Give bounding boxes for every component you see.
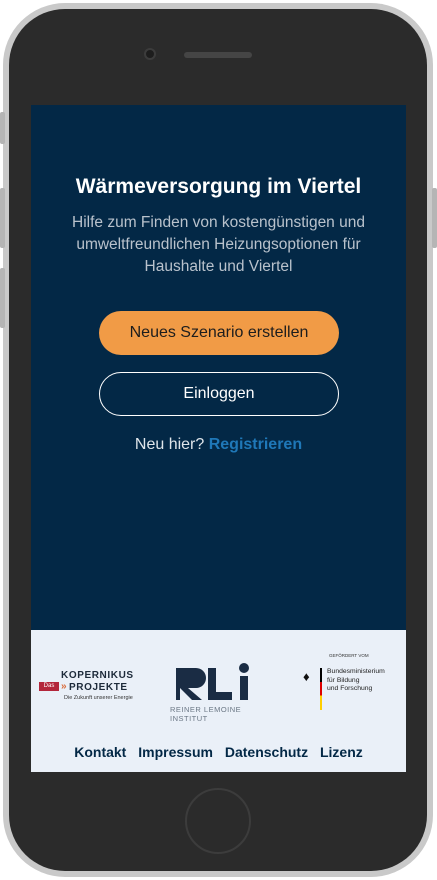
footer-links: Kontakt Impressum Datenschutz Lizenz <box>31 744 406 760</box>
bmbf-logo[interactable]: GEFÖRDERT VOM ♦ Bundesministerium für Bi… <box>299 653 399 723</box>
federal-eagle-icon: ♦ <box>303 669 310 684</box>
hero-section: Wärmeversorgung im Viertel Hilfe zum Fin… <box>31 105 406 630</box>
phone-power-button <box>432 188 437 248</box>
flag-stripe <box>320 668 322 710</box>
bmbf-name: Bundesministerium für Bildung und Forsch… <box>327 668 385 694</box>
rli-mark-icon <box>176 663 249 700</box>
kopernikus-badge: Das <box>39 682 59 691</box>
phone-volume-up <box>0 188 5 248</box>
page-subtitle: Hilfe zum Finden von kostengünstigen und… <box>72 214 365 275</box>
bmbf-line3: und Forschung <box>327 685 373 692</box>
bmbf-line2: für Bildung <box>327 676 360 684</box>
bmbf-line1: Bundesministerium <box>327 668 385 675</box>
camera-icon <box>144 48 156 60</box>
kopernikus-tagline: Die Zukunft unserer Energie <box>64 695 133 701</box>
phone-mute-switch <box>0 112 5 144</box>
kopernikus-line1: KOPERNIKUS <box>61 670 134 681</box>
register-prompt-line: Neu hier? Registrieren <box>31 436 406 454</box>
phone-volume-down <box>0 268 5 328</box>
footer: Das KOPERNIKUS » PROJEKTE Die Zukunft un… <box>31 630 406 772</box>
kopernikus-logo[interactable]: Das KOPERNIKUS » PROJEKTE Die Zukunft un… <box>39 668 151 704</box>
speaker-grille <box>184 52 252 58</box>
rli-line2: INSTITUT <box>170 714 208 723</box>
footer-link-impressum[interactable]: Impressum <box>138 744 213 760</box>
kopernikus-line2: PROJEKTE <box>69 682 128 693</box>
new-scenario-button[interactable]: Neues Szenario erstellen <box>99 311 339 355</box>
register-prompt: Neu hier? <box>134 436 205 453</box>
page-title: Wärmeversorgung im Viertel <box>75 175 362 198</box>
home-button[interactable] <box>185 788 251 854</box>
footer-link-datenschutz[interactable]: Datenschutz <box>225 744 308 760</box>
app-screen: Wärmeversorgung im Viertel Hilfe zum Fin… <box>31 105 406 772</box>
footer-link-kontakt[interactable]: Kontakt <box>74 744 126 760</box>
rli-logo[interactable]: REINER LEMOINE INSTITUT <box>170 662 260 724</box>
rli-line1: REINER LEMOINE <box>170 705 242 714</box>
login-button[interactable]: Einloggen <box>99 372 339 416</box>
register-link[interactable]: Registrieren <box>209 436 302 453</box>
chevron-right-icon: » <box>61 681 67 692</box>
bmbf-sponsor-label: GEFÖRDERT VOM <box>329 653 369 658</box>
footer-link-lizenz[interactable]: Lizenz <box>320 744 363 760</box>
